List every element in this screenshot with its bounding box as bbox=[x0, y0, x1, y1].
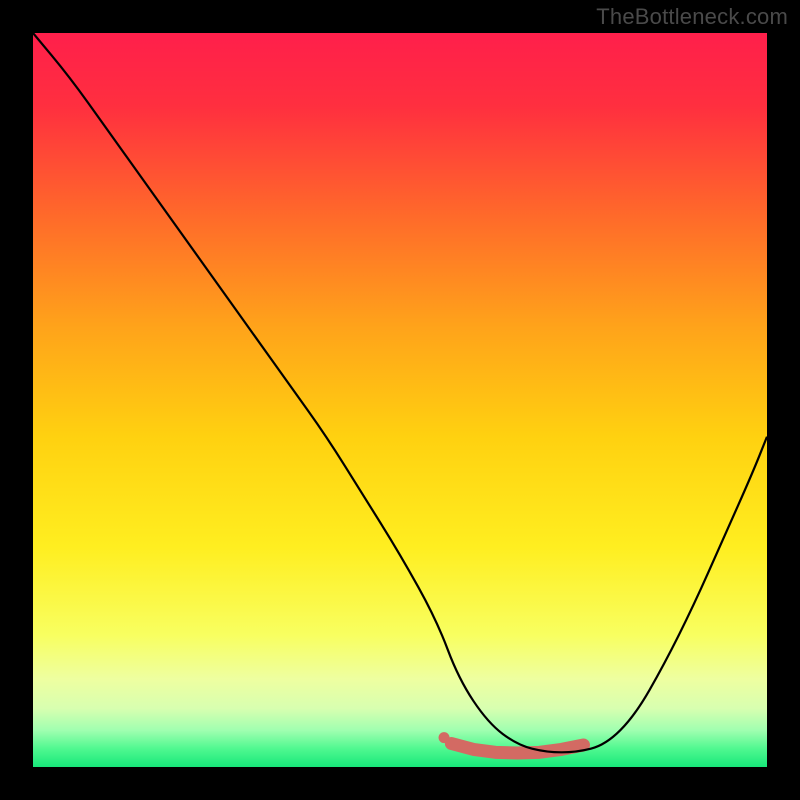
chart-container: TheBottleneck.com bbox=[0, 0, 800, 800]
plot-svg bbox=[33, 33, 767, 767]
watermark-text: TheBottleneck.com bbox=[596, 4, 788, 30]
well-start-dot bbox=[439, 732, 450, 743]
gradient-background bbox=[33, 33, 767, 767]
plot-frame bbox=[33, 33, 767, 767]
